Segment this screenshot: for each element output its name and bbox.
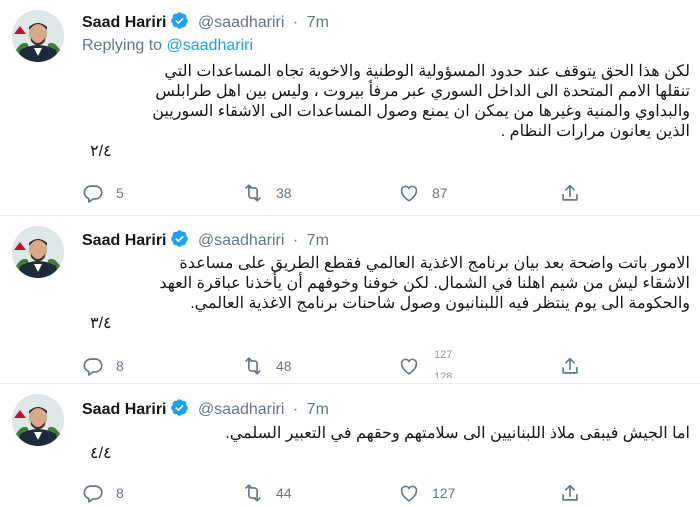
tweet-line: الامور باتت واضحة بعد بيان برنامج الاغذي… <box>179 255 690 272</box>
tweet-header: Saad Hariri @saadhariri · 7m <box>82 229 329 253</box>
dot-separator: · <box>292 401 299 418</box>
reply-button[interactable]: 8 <box>82 354 124 378</box>
dot-separator: · <box>292 14 299 31</box>
tweet-line: والبداوي والمنية وغيرها من يمكن ان يمنع … <box>152 103 690 120</box>
share-icon <box>559 182 581 204</box>
tweet-line: والحكومة الى يوم ينتظر فيه اللبنانيون وص… <box>190 295 690 312</box>
avatar[interactable] <box>12 226 64 278</box>
retweet-button[interactable]: 44 <box>242 481 292 505</box>
replying-to: Replying to @saadhariri <box>82 37 253 55</box>
retweet-count: 48 <box>276 358 292 374</box>
like-count: 87 <box>432 185 448 201</box>
heart-icon <box>398 355 420 377</box>
tweet-text: اما الجيش فيبقى ملاذ اللبنانيين الى سلام… <box>90 424 690 464</box>
heart-icon <box>398 182 420 204</box>
reply-count: 8 <box>116 358 124 374</box>
author-name[interactable]: Saad Hariri <box>82 14 166 31</box>
author-handle[interactable]: @saadhariri <box>198 232 285 249</box>
retweet-button[interactable]: 38 <box>242 181 292 205</box>
author-name[interactable]: Saad Hariri <box>82 401 166 418</box>
like-count-animating-top: 127 <box>434 349 453 361</box>
tweet-line: تنقلها الامم المتحدة الى الداخل السوري ع… <box>155 83 690 100</box>
tweet-time[interactable]: 7m <box>307 14 329 31</box>
author-handle[interactable]: @saadhariri <box>198 401 285 418</box>
tweet-2[interactable]: Saad Hariri @saadhariri · 7m الامور باتت… <box>0 216 700 384</box>
replying-handle-link[interactable]: @saadhariri <box>167 37 254 54</box>
reply-icon <box>82 482 104 504</box>
like-button[interactable] <box>398 354 420 378</box>
retweet-icon <box>242 482 264 504</box>
like-button[interactable]: 87 <box>398 181 448 205</box>
author-name[interactable]: Saad Hariri <box>82 232 166 249</box>
tweet-line: اما الجيش فيبقى ملاذ اللبنانيين الى سلام… <box>225 425 690 442</box>
reply-count: 5 <box>116 185 124 201</box>
tweet-line: الذين يعانون مرارات النظام . <box>500 123 690 140</box>
like-count-animating-bottom: 128 <box>434 371 453 378</box>
tweet-actions: 8 44 127 <box>82 481 682 505</box>
reply-count: 8 <box>116 485 124 501</box>
tweet-header: Saad Hariri @saadhariri · 7m <box>82 11 329 35</box>
verified-badge-icon <box>170 398 189 422</box>
retweet-icon <box>242 355 264 377</box>
reply-icon <box>82 182 104 204</box>
author-handle[interactable]: @saadhariri <box>198 14 285 31</box>
replying-prefix: Replying to <box>82 37 163 54</box>
verified-badge-icon <box>170 11 189 35</box>
retweet-button[interactable]: 48 <box>242 354 292 378</box>
avatar[interactable] <box>12 394 64 446</box>
like-count: 127 <box>432 485 456 501</box>
tweet-actions: 8 48 127 128 <box>82 349 682 378</box>
tweet-line: الاشقاء ليش من شيم اهلنا في الشمال. لكن … <box>159 275 690 292</box>
avatar[interactable] <box>12 10 64 62</box>
tweet-text: لكن هذا الحق يتوقف عند حدود المسؤولية ال… <box>90 62 690 162</box>
retweet-count: 44 <box>276 485 292 501</box>
verified-badge-icon <box>170 229 189 253</box>
tweet-1[interactable]: Saad Hariri @saadhariri · 7m Replying to… <box>0 0 700 211</box>
share-button[interactable] <box>559 354 581 378</box>
tweet-line: لكن هذا الحق يتوقف عند حدود المسؤولية ال… <box>164 63 690 80</box>
tweet-actions: 5 38 87 <box>82 181 682 205</box>
like-button[interactable]: 127 <box>398 481 455 505</box>
thread-counter: ٢/٤ <box>90 143 112 160</box>
tweet-3[interactable]: Saad Hariri @saadhariri · 7m اما الجيش ف… <box>0 384 700 507</box>
share-button[interactable] <box>559 181 581 205</box>
tweet-time[interactable]: 7m <box>307 232 329 249</box>
share-icon <box>559 482 581 504</box>
dot-separator: · <box>292 232 299 249</box>
thread-counter: ٤/٤ <box>90 445 112 462</box>
share-icon <box>559 355 581 377</box>
retweet-icon <box>242 182 264 204</box>
tweet-header: Saad Hariri @saadhariri · 7m <box>82 398 329 422</box>
share-button[interactable] <box>559 481 581 505</box>
reply-button[interactable]: 8 <box>82 481 124 505</box>
tweet-text: الامور باتت واضحة بعد بيان برنامج الاغذي… <box>90 254 690 334</box>
retweet-count: 38 <box>276 185 292 201</box>
heart-icon <box>398 482 420 504</box>
reply-icon <box>82 355 104 377</box>
reply-button[interactable]: 5 <box>82 181 124 205</box>
thread-counter: ٣/٤ <box>90 315 112 332</box>
tweet-time[interactable]: 7m <box>307 401 329 418</box>
